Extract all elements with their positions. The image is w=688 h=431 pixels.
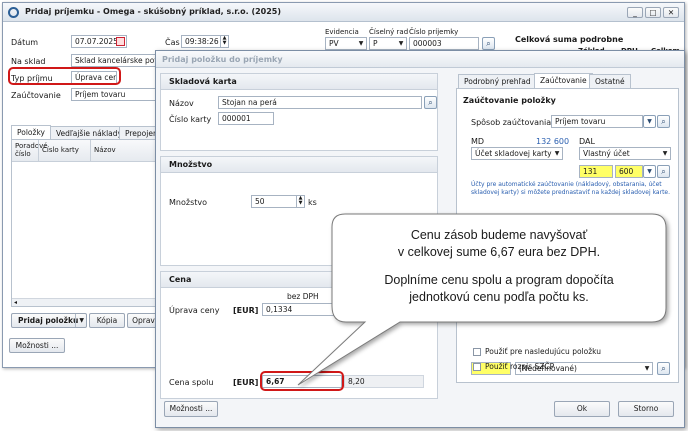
datum-input[interactable]: 07.07.2025 [71,35,127,48]
search-icon[interactable]: ⌕ [482,37,495,50]
zauctovanie-polozky-header: Zaúčtovanie položky [463,96,556,105]
callout-line-3: Doplníme cenu spolu a program dopočíta [384,273,614,287]
datum-label: Dátum [11,38,39,47]
table-header: Poradové číslo Číslo karty Názov [12,140,160,162]
app-icon [8,7,19,18]
kopia-button[interactable]: Kópia [89,313,125,328]
cislo-prijemky-input[interactable]: 000003 [409,37,479,50]
cislo-prijemky-label: Číslo príjemky [409,28,459,36]
chevron-down-icon[interactable]: ▼ [643,115,656,128]
section-header: Skladová karta [161,74,437,90]
callout-line-4: jednotkovú cenu podľa počtu ks. [409,290,589,304]
zauctovanie-select[interactable]: Príjem tovaru [71,88,159,101]
hint-text: Účty pre automatické zaúčtovanie (náklad… [471,181,671,196]
dal-anal-input[interactable]: 600 [615,165,643,178]
md-select[interactable]: Účet skladovej karty ▼ [471,147,563,160]
cislo-karty-label: Číslo karty [169,115,212,124]
main-moznosti-button[interactable]: Možnosti ... [9,338,65,353]
column-header: Číslo karty [42,146,79,154]
dal-label: DAL [579,137,595,146]
na-sklad-select[interactable]: Sklad kancelárske potreby [71,54,159,67]
mnozstvo-input[interactable]: 50 ▲ ▼ [251,195,305,208]
checkbox-rozpis[interactable] [473,363,481,371]
items-table: Poradové číslo Číslo karty Názov ◂ [11,139,161,307]
tab-vedlajsie-naklady[interactable]: Vedľajšie náklady [50,126,128,140]
spin-icon[interactable]: ▲ ▼ [296,196,304,207]
chevron-down-icon[interactable]: ▼ [643,165,656,178]
checkbox-nasledujucu-label: Použiť pre nasledujúcu položku [485,347,602,356]
cislo-karty-input[interactable]: 000001 [218,112,274,125]
chevron-down-icon: ▼ [554,150,560,157]
sposob-label: Spôsob zaúčtovania [471,118,552,127]
bez-dph-label: bez DPH [287,292,319,301]
chevron-down-icon: ▼ [398,40,404,47]
uprava-ceny-label: Úprava ceny [169,306,220,315]
callout-line-2: v celkovej sume 6,67 eura bez DPH. [397,245,601,259]
chevron-down-icon: ▼ [358,40,364,47]
nazov-input[interactable]: Stojan na perá [218,96,422,109]
ciselny-rad-select[interactable]: P ▼ [369,37,407,50]
dialog-title-bar: Pridaj položku do príjemky [156,51,684,68]
dal-select[interactable]: Vlastný účet ▼ [579,147,671,160]
dialog-title: Pridaj položku do príjemky [162,55,283,64]
skladova-karta-section: Skladová karta Názov Stojan na perá ⌕ Čí… [160,73,438,151]
storno-button[interactable]: Storno [618,401,674,417]
na-sklad-label: Na sklad [11,57,46,66]
mnozstvo-unit: ks [308,198,317,207]
scroll-left-icon[interactable]: ◂ [14,299,17,306]
close-button[interactable]: ✕ [663,7,679,18]
cena-spolu-highlight [260,371,344,391]
tab-podrobny-prehlad[interactable]: Podrobný prehľad [458,74,537,88]
checkbox-rozpis-label: Použiť rozpis SZČP [485,362,555,371]
dropdown-arrow-icon[interactable]: ▼ [75,314,84,327]
search-icon[interactable]: ⌕ [657,165,670,178]
calendar-icon[interactable] [116,37,125,46]
tab-zauctovanie[interactable]: Zaúčtovanie [534,73,593,88]
callout-line-1: Cenu zásob budeme navyšovať [410,228,588,242]
title-bar: Pridaj príjemku - Omega - skúšobný príkl… [3,3,684,22]
md-label: MD [471,137,485,146]
currency-label: [EUR] [233,306,259,315]
nazov-label: Názov [169,99,194,108]
dialog-moznosti-button[interactable]: Možnosti ... [164,401,218,417]
cas-input[interactable]: 09:38:26 ▲ ▼ [181,35,229,48]
typ-prijmu-highlight [8,67,121,85]
chevron-down-icon: ▼ [644,365,650,372]
zauctovanie-label: Zaúčtovanie [11,91,61,100]
pridaj-polozku-button[interactable]: Pridaj položku ▼ [11,313,87,328]
dal-syn-input[interactable]: 131 [579,165,613,178]
md-number: 132 600 [536,137,570,146]
column-header: Názov [94,146,116,154]
currency-label: [EUR] [233,378,259,387]
cena-spolu-label: Cena spolu [169,378,214,387]
evidencia-label: Evidencia [325,28,359,36]
search-icon[interactable]: ⌕ [424,96,437,109]
cas-label: Čas [165,38,180,47]
maximize-button[interactable]: □ [645,7,661,18]
ok-button[interactable]: Ok [554,401,610,417]
sposob-select[interactable]: Príjem tovaru [551,115,643,128]
evidencia-select[interactable]: PV ▼ [325,37,367,50]
search-icon[interactable]: ⌕ [657,115,670,128]
spin-icon[interactable]: ▲ ▼ [220,36,228,47]
mnozstvo-label: Množstvo [169,198,207,207]
window-title: Pridaj príjemku - Omega - skúšobný príkl… [25,7,282,16]
uprava-ceny-input[interactable]: 0,1334 [262,303,352,316]
search-icon[interactable]: ⌕ [657,362,670,375]
chevron-down-icon: ▼ [662,150,668,157]
celkova-suma-label: Celková suma podrobne [515,35,624,44]
section-header: Množstvo [161,157,437,173]
tab-polozky[interactable]: Položky [11,125,51,140]
ciselny-rad-label: Číselný rad [369,28,409,36]
checkbox-nasledujucu[interactable] [473,348,481,356]
horizontal-scrollbar[interactable]: ◂ [12,298,160,306]
minimize-button[interactable]: _ [627,7,643,18]
column-header: Poradové číslo [15,142,48,158]
tab-ostatne[interactable]: Ostatné [589,74,631,88]
cena-spolu-s-dph: 8,20 [344,375,424,388]
